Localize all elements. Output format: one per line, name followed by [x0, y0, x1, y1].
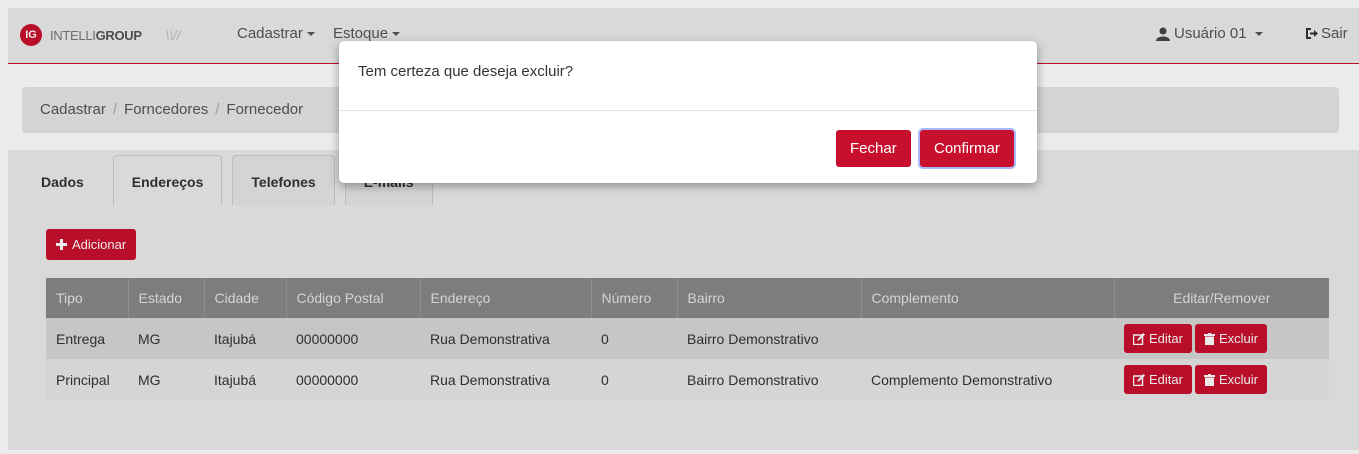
modal-message: Tem certeza que deseja excluir? [358, 63, 574, 80]
close-button[interactable]: Fechar [836, 130, 911, 167]
confirm-button[interactable]: Confirmar [920, 130, 1014, 167]
confirm-delete-modal: Tem certeza que deseja excluir? Fechar C… [339, 41, 1037, 183]
modal-divider [339, 110, 1037, 111]
